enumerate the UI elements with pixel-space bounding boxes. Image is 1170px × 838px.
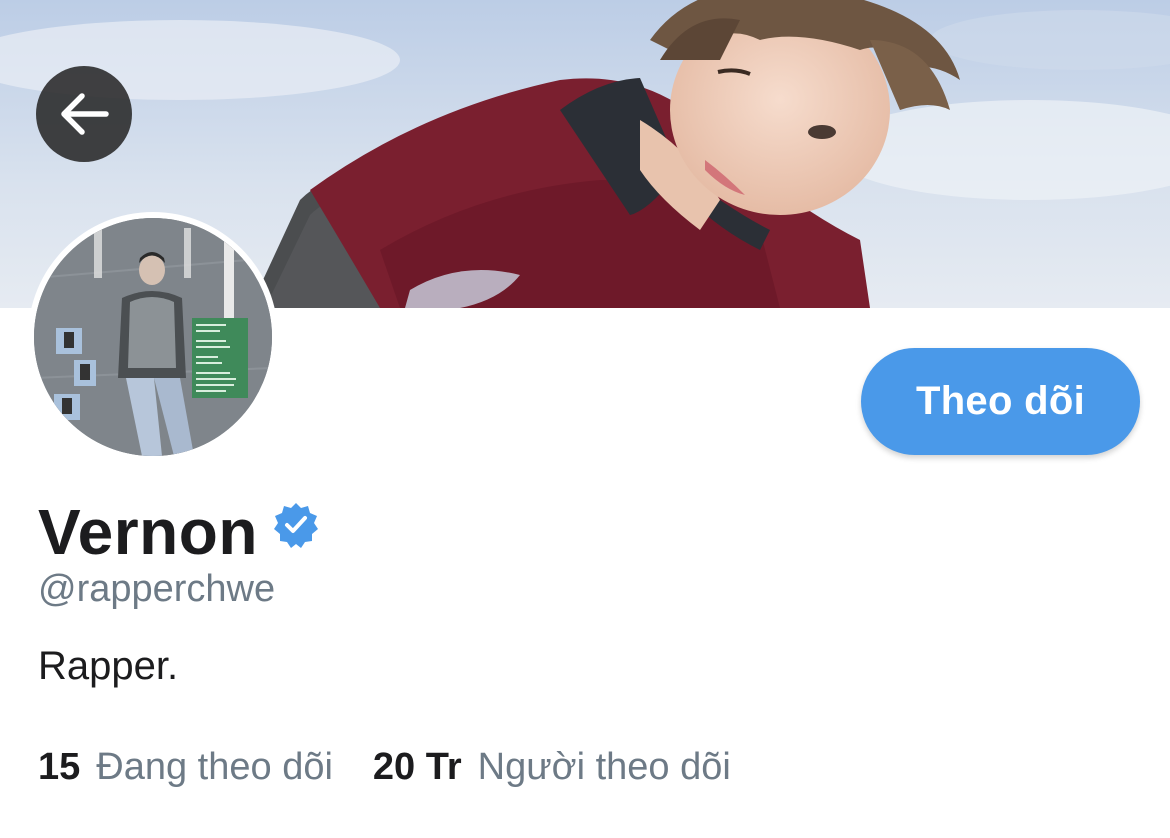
display-name-row: Vernon: [38, 492, 320, 572]
user-bio: Rapper.: [38, 644, 179, 688]
follow-button[interactable]: Theo dõi: [861, 348, 1140, 455]
avatar[interactable]: [34, 218, 272, 456]
arrow-left-icon: [61, 93, 109, 135]
followers-count: 20 Tr: [372, 746, 462, 788]
avatar-border: [28, 212, 278, 462]
followers-label: Người theo dõi: [477, 746, 731, 788]
verified-badge-icon: [273, 503, 318, 548]
follow-button-label: Theo dõi: [915, 379, 1086, 423]
display-name: Vernon: [38, 496, 258, 568]
profile-stats: 15 Đang theo dõi 20 Tr Người theo dõi: [38, 746, 731, 789]
avatar-photo: [34, 218, 272, 456]
user-handle: @rapperchwe: [38, 568, 276, 610]
following-count: 15: [38, 746, 81, 788]
back-button[interactable]: [36, 66, 132, 162]
following-stat[interactable]: 15 Đang theo dõi: [38, 746, 333, 789]
followers-stat[interactable]: 20 Tr Người theo dõi: [373, 746, 731, 789]
following-label: Đang theo dõi: [96, 746, 333, 788]
profile-page: Theo dõi Vernon @rapperchwe Rapper. 15 Đ…: [0, 0, 1170, 838]
